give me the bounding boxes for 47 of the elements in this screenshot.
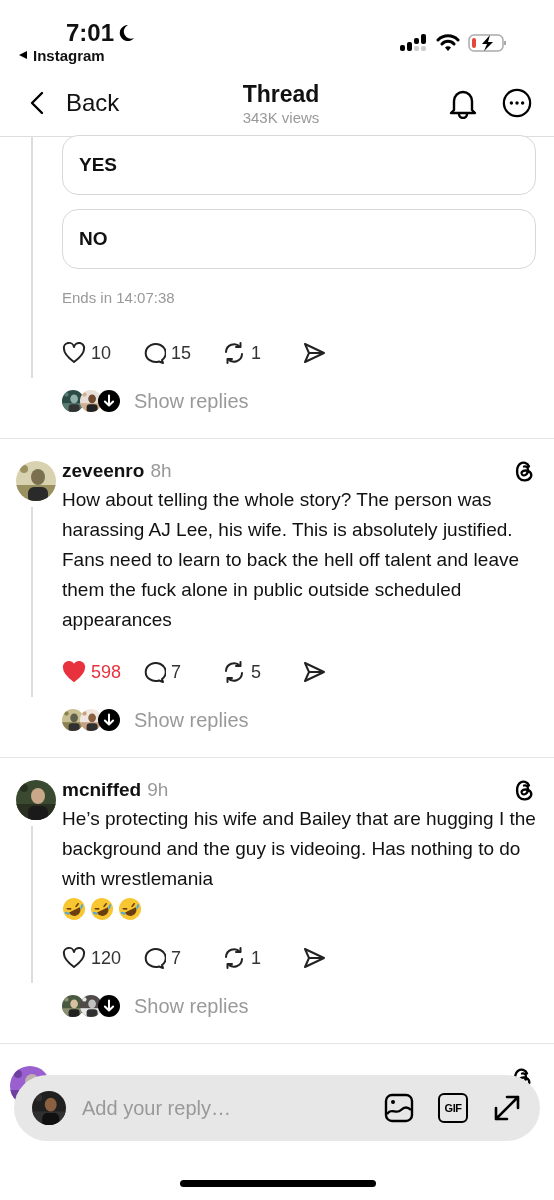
image-icon[interactable] (384, 1093, 414, 1123)
username[interactable]: zeveenro (62, 460, 145, 482)
more-icon[interactable] (502, 87, 532, 119)
reply-count: 15 (171, 342, 192, 364)
view-count: 343K views (242, 108, 320, 126)
laughing-emoji-icon (62, 897, 86, 921)
back-app-link[interactable]: Instagram (33, 46, 105, 64)
clock-time: 7:01 (66, 18, 115, 47)
like-count: 120 (91, 947, 122, 969)
repost-icon[interactable] (222, 341, 246, 365)
reply-count: 7 (171, 661, 181, 683)
comment-icon[interactable] (142, 341, 166, 365)
post-time: 9h (147, 779, 170, 801)
battery-icon (468, 33, 508, 53)
heart-icon[interactable] (62, 946, 86, 970)
repost-icon[interactable] (222, 660, 246, 684)
reply-count: 7 (171, 947, 181, 969)
like-count: 10 (91, 342, 112, 364)
share-icon[interactable] (302, 946, 326, 970)
repost-count: 1 (251, 947, 261, 969)
post-text: How about telling the whole story? The person was harassing AJ Lee, his wife. This is absolutely justified. Fans need to learn to back the hell off talent and leave them the fuck alone in public outside scheduled appearances (62, 488, 521, 632)
like-count: 598 (91, 661, 122, 683)
username[interactable]: mcniffed (62, 779, 142, 801)
comment-icon[interactable] (142, 946, 166, 970)
poll-timer: Ends in 14:07:38 (62, 289, 176, 306)
laughing-emoji-icon (118, 897, 142, 921)
poll-option[interactable]: YES (62, 135, 536, 195)
expand-icon[interactable] (492, 1093, 522, 1123)
repost-count: 1 (251, 342, 261, 364)
poll-option[interactable]: NO (62, 209, 536, 269)
reply-field[interactable]: Add your reply… (80, 1095, 370, 1121)
repost-icon[interactable] (222, 946, 246, 970)
share-icon[interactable] (302, 660, 326, 684)
repost-count: 5 (251, 661, 261, 683)
back-link[interactable]: Back (66, 89, 120, 117)
share-icon[interactable] (302, 341, 326, 365)
laughing-emoji-icon (90, 897, 114, 921)
signal-icon (400, 34, 428, 52)
heart-icon[interactable] (62, 341, 86, 365)
chevron-left-icon[interactable] (30, 91, 44, 115)
gif-button[interactable]: GIF (438, 1093, 468, 1123)
back-triangle-icon[interactable] (18, 50, 28, 60)
page-title: Thread (242, 80, 320, 108)
wifi-icon (436, 34, 460, 52)
post-time: 8h (150, 460, 173, 482)
post-text: He’s protecting his wife and Bailey that are hugging I the background and the guy is videoing. Has nothing to do with wrestlemania (62, 807, 536, 891)
comment-icon[interactable] (142, 660, 166, 684)
